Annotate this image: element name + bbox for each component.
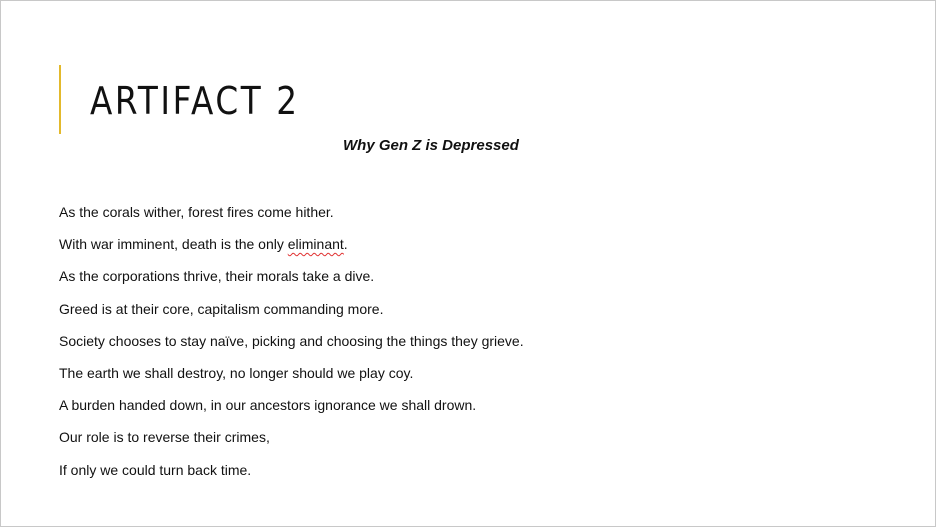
poem-title: Why Gen Z is Depressed xyxy=(343,137,519,154)
poem-line-8: Our role is to reverse their crimes, xyxy=(59,429,270,446)
poem-line-2: With war imminent, death is the only eli… xyxy=(59,232,524,256)
title-accent-bar xyxy=(59,65,61,134)
poem-line-1: As the corals wither, forest fires come … xyxy=(59,204,334,220)
poem-line-9: If only we could turn back time. xyxy=(59,461,252,478)
poem-line-6: The earth we shall destroy, no longer sh… xyxy=(59,364,414,381)
poem-line-7: A burden handed down, in our ancestors i… xyxy=(59,397,477,414)
poem-line-4: Greed is at their core, capitalism comma… xyxy=(59,300,384,317)
slide: ARTIFACT 2 Why Gen Z is Depressed As the… xyxy=(0,0,936,527)
poem-line-2-text: With war imminent, death is the only xyxy=(59,236,288,253)
slide-title: ARTIFACT 2 xyxy=(90,79,300,123)
poem-line-2-end: . xyxy=(343,236,348,253)
poem-lines: As the corals wither, forest fires come … xyxy=(59,200,524,490)
poem-line-3: As the corporations thrive, their morals… xyxy=(59,268,375,285)
poem-line-5: Society chooses to stay naïve, picking a… xyxy=(59,332,524,349)
misspelled-word[interactable]: eliminant xyxy=(288,236,344,252)
